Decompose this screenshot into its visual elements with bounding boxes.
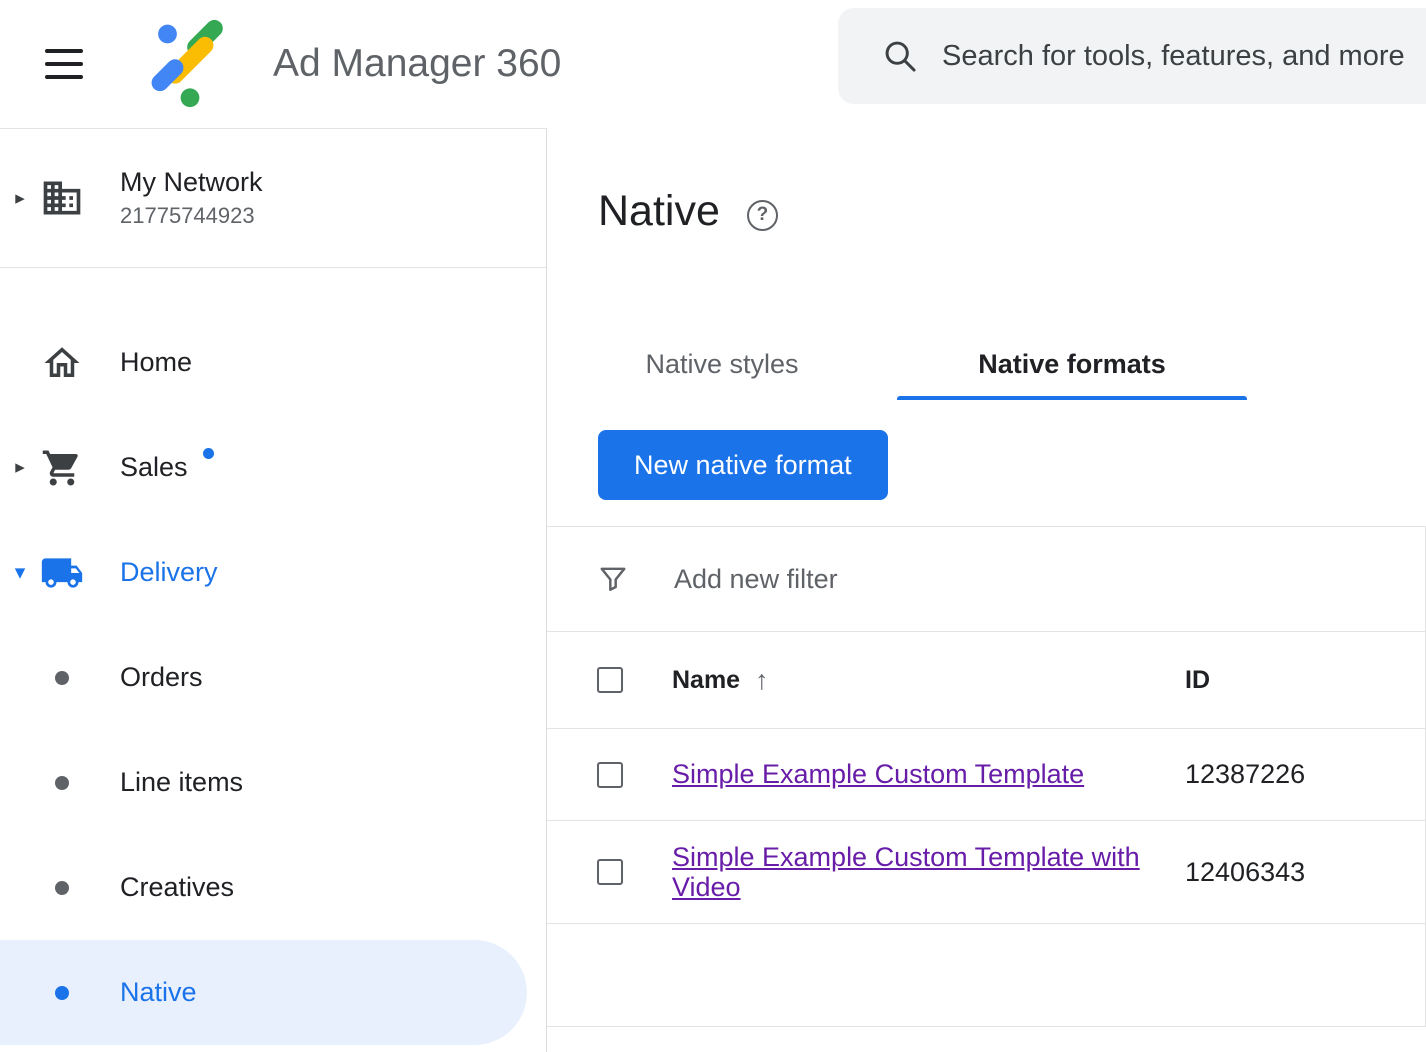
main-content: Native ? Native styles Native formats Ne… [547,128,1426,1052]
notification-dot [203,448,214,459]
help-icon[interactable]: ? [747,200,778,231]
sidebar-item-home[interactable]: Home [0,310,546,415]
table-row: Simple Example Custom Template with Vide… [547,821,1425,924]
bullet-icon [55,671,69,685]
chevron-down-icon: ▾ [0,560,40,585]
chevron-right-icon: ▸ [0,187,40,210]
tab-native-styles[interactable]: Native styles [547,328,897,400]
native-format-id: 12387226 [1185,759,1425,790]
select-all-checkbox[interactable] [597,667,623,693]
table-row: Simple Example Custom Template 12387226 [547,729,1425,821]
tab-bar: Native styles Native formats [547,328,1426,400]
sidebar-item-label: Creatives [120,872,234,903]
row-checkbox[interactable] [597,859,623,885]
bullet-icon [55,776,69,790]
ad-manager-logo-icon[interactable] [145,19,235,109]
native-format-id: 12406343 [1185,857,1425,888]
sidebar-item-creatives[interactable]: Creatives [0,835,546,940]
sidebar-item-line-items[interactable]: Line items [0,730,546,835]
top-app-bar: Ad Manager 360 [0,0,1426,128]
add-filter-placeholder: Add new filter [674,564,838,595]
new-native-format-button[interactable]: New native format [598,430,888,500]
row-checkbox[interactable] [597,762,623,788]
network-name: My Network [120,167,263,198]
column-header-id: ID [1185,666,1425,695]
chevron-right-icon: ▸ [0,456,40,479]
sort-ascending-icon: ↑ [755,665,769,696]
sidebar-item-label: Line items [120,767,243,798]
sidebar-item-label: Home [120,347,192,378]
sidebar-item-label: Delivery [120,557,218,588]
table-empty-row [547,924,1425,1027]
sidebar-item-label: Sales [120,452,188,483]
table-header-row: Name ↑ ID [547,632,1425,729]
sidebar-item-delivery[interactable]: ▾ Delivery [0,520,546,625]
shopping-cart-icon [40,447,84,489]
tab-native-formats[interactable]: Native formats [897,328,1247,400]
search-icon [882,38,918,74]
home-icon [40,342,84,384]
hamburger-menu-icon[interactable] [45,40,83,88]
native-formats-table: Add new filter Name ↑ ID Simple Example … [547,526,1426,1027]
native-format-link[interactable]: Simple Example Custom Template with Vide… [672,842,1147,902]
bullet-icon [55,881,69,895]
sidebar-item-native[interactable]: Native [0,940,527,1045]
network-id: 21775744923 [120,203,263,229]
sidebar: ▸ My Network 21775744923 Home [0,128,547,1052]
search-input[interactable] [942,40,1426,73]
native-format-link[interactable]: Simple Example Custom Template [672,759,1084,789]
sidebar-item-label: Orders [120,662,203,693]
bullet-icon [55,986,69,1000]
add-filter-control[interactable]: Add new filter [547,527,1425,632]
building-icon [40,175,84,221]
sidebar-item-sales[interactable]: ▸ Sales [0,415,546,520]
page-title: Native [598,186,720,236]
column-header-name[interactable]: Name ↑ [672,665,1185,696]
sidebar-item-label: Native [120,977,197,1008]
app-title: Ad Manager 360 [273,42,561,86]
sidebar-item-orders[interactable]: Orders [0,625,546,730]
global-search-bar[interactable] [838,8,1426,104]
delivery-truck-icon [40,550,84,596]
network-selector[interactable]: ▸ My Network 21775744923 [0,129,546,268]
filter-funnel-icon [598,564,628,594]
